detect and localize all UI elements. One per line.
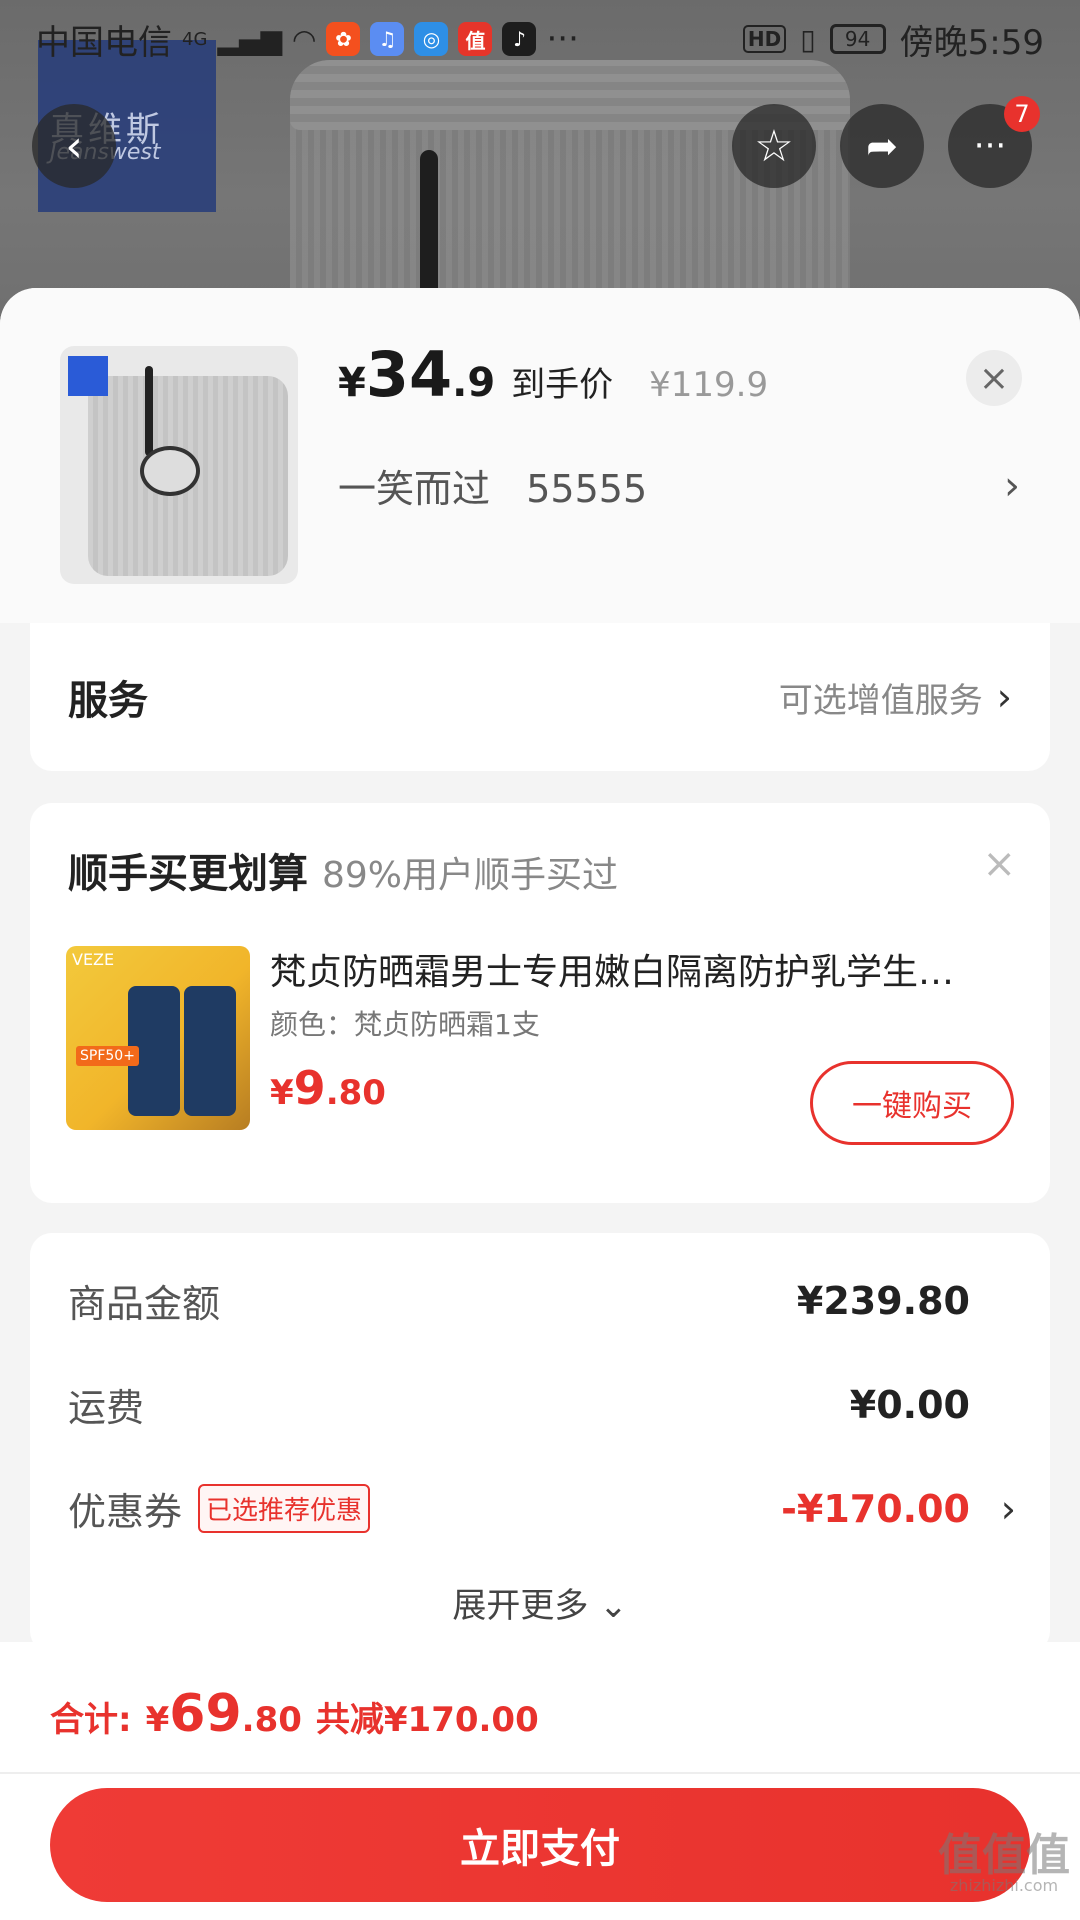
service-label: 服务 <box>68 678 148 724</box>
carrier-label: 中国电信 <box>36 22 172 63</box>
hd-badge: HD <box>742 25 787 53</box>
browser-icon: ◎ <box>414 22 449 56</box>
price-currency: ¥ <box>338 360 366 406</box>
clock: 傍晚5:59 <box>899 22 1044 63</box>
price-integer: 34 <box>365 338 453 411</box>
upsell-product-image[interactable]: VEZE SPF50+ <box>66 946 250 1130</box>
site-watermark: 值值值 zhizhizhi.com <box>938 1834 1070 1894</box>
upsell-close-icon[interactable]: × <box>982 841 1016 887</box>
total-decimal: .80 <box>241 1700 302 1740</box>
music-icon: ♫ <box>370 22 405 56</box>
total-currency: ¥ <box>145 1700 170 1740</box>
checkout-footer: 合计: ¥69.80 共减¥170.00 立即支付 <box>0 1642 1080 1920</box>
upsell-product-spec: 颜色：梵贞防晒霜1支 <box>270 1008 540 1041</box>
one-click-buy-button[interactable]: 一键购买 <box>810 1061 1014 1145</box>
kuaishou-icon: ✿ <box>326 22 361 56</box>
subtotal-label: 商品金额 <box>68 1282 221 1326</box>
summary-row-subtotal: 商品金额 ¥239.80 <box>68 1273 970 1328</box>
expand-more-button[interactable]: 展开更多 ⌄ <box>30 1578 1050 1627</box>
close-button[interactable]: × <box>966 350 1022 406</box>
zhide-icon: 值 <box>458 22 493 56</box>
product-summary: ¥34.9 到手价 ¥119.9 × 一笑而过 55555 › <box>0 288 1080 623</box>
chevron-right-icon: › <box>1004 462 1020 509</box>
bottle-graphic <box>184 986 236 1116</box>
network-type: 4G <box>182 28 208 50</box>
total-row: 合计: ¥69.80 共减¥170.00 <box>50 1684 539 1744</box>
summary-row-coupon[interactable]: 优惠券 已选推荐优惠 -¥170.00 › <box>68 1481 1016 1536</box>
pay-now-button[interactable]: 立即支付 <box>50 1788 1030 1902</box>
back-button[interactable]: ‹ <box>32 104 116 188</box>
shipping-value: ¥0.00 <box>849 1382 970 1427</box>
share-button[interactable]: ➦ <box>840 104 924 188</box>
upsell-price-currency: ¥ <box>270 1073 294 1113</box>
close-icon: × <box>978 357 1010 399</box>
wifi-icon: ◠ <box>292 22 317 56</box>
subtotal-value: ¥239.80 <box>796 1278 970 1323</box>
status-bar: 中国电信 4G ▂▄▆ ◠ ✿ ♫ ◎ 值 ♪ ··· HD ▯ 94 傍晚5:… <box>0 0 1080 78</box>
original-price: ¥119.9 <box>649 365 769 405</box>
share-icon: ➦ <box>866 124 898 168</box>
more-icon: ··· <box>973 126 1007 166</box>
notification-badge: 7 <box>1004 96 1040 132</box>
more-notifications: ··· <box>546 19 579 59</box>
tiktok-icon: ♪ <box>502 22 537 56</box>
chevron-right-icon: › <box>1000 1486 1016 1531</box>
variant-selector[interactable]: 一笑而过 55555 › <box>338 458 1020 513</box>
watermark-text: 值值值 <box>938 1830 1070 1881</box>
more-button[interactable]: ··· 7 <box>948 96 1040 188</box>
order-summary: 商品金额 ¥239.80 运费 ¥0.00 优惠券 已选推荐优惠 -¥170.0… <box>30 1233 1050 1653</box>
favorite-button[interactable]: ☆ <box>732 104 816 188</box>
shipping-label: 运费 <box>68 1386 145 1430</box>
vibrate-icon: ▯ <box>800 22 816 56</box>
variant-label: 一笑而过 55555 <box>338 467 648 511</box>
thumb-drawstring <box>145 366 153 456</box>
price-label: 到手价 <box>511 365 614 405</box>
price-decimal: .9 <box>452 360 496 406</box>
watermark-url: zhizhizhi.com <box>949 1876 1059 1895</box>
footer-divider <box>0 1772 1080 1774</box>
coupon-value: -¥170.00 <box>781 1486 970 1531</box>
final-price: ¥34.9 <box>338 338 495 411</box>
upsell-card: 顺手买更划算 89%用户顺手买过 × VEZE SPF50+ 梵贞防晒霜男士专用… <box>30 803 1050 1203</box>
upsell-price: ¥9.80 <box>270 1061 386 1115</box>
upsell-price-decimal: .80 <box>325 1073 386 1113</box>
thumb-brand-logo <box>68 356 108 396</box>
upsell-subtitle: 89%用户顺手买过 <box>322 855 619 896</box>
upsell-image-brand: VEZE <box>72 950 115 969</box>
service-row[interactable]: 服务 可选增值服务 › <box>30 623 1050 771</box>
chevron-right-icon: › <box>996 675 1012 719</box>
service-hint: 可选增值服务 <box>778 680 983 721</box>
product-thumbnail[interactable] <box>60 346 298 584</box>
spf-label: SPF50+ <box>76 1046 139 1066</box>
star-icon: ☆ <box>754 120 794 172</box>
total-integer: 69 <box>169 1684 242 1744</box>
upsell-title: 顺手买更划算 <box>68 851 308 897</box>
signal-icon: ▂▄▆ <box>217 22 283 56</box>
upsell-price-integer: 9 <box>293 1061 326 1115</box>
coupon-tag: 已选推荐优惠 <box>198 1484 371 1533</box>
coupon-label: 优惠券 <box>68 1490 183 1534</box>
upsell-product-name[interactable]: 梵贞防晒霜男士专用嫩白隔离防护乳学生… <box>270 943 1010 995</box>
total-label: 合计: <box>50 1700 132 1740</box>
price-row: ¥34.9 到手价 ¥119.9 <box>338 338 768 411</box>
total-saved: 共减¥170.00 <box>315 1700 539 1740</box>
back-icon: ‹ <box>65 120 83 172</box>
summary-row-shipping: 运费 ¥0.00 <box>68 1377 970 1432</box>
panda-graphic <box>140 446 200 496</box>
battery-icon: 94 <box>829 24 886 54</box>
